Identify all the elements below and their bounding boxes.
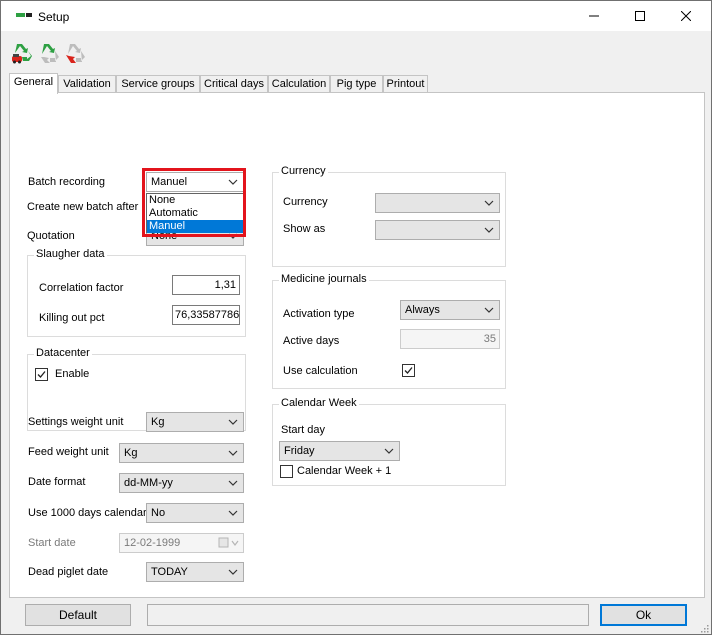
killing-out-pct-field[interactable]: 76,33587786: [172, 305, 240, 325]
tab-validation[interactable]: Validation: [58, 75, 116, 92]
tab-calculation[interactable]: Calculation: [268, 75, 330, 92]
active-days-label: Active days: [283, 335, 340, 347]
tab-critical-days[interactable]: Critical days: [200, 75, 268, 92]
dead-piglet-date-select[interactable]: TODAY: [146, 562, 244, 582]
close-icon: [680, 10, 692, 22]
activation-type-select[interactable]: Always: [400, 300, 500, 320]
title-bar: Setup: [1, 1, 711, 31]
currency-label: Currency: [283, 196, 328, 208]
settings-weight-unit-label: Settings weight unit: [28, 416, 124, 428]
currency-group: Currency Currency Show as: [272, 165, 506, 267]
calendar-week-title: Calendar Week: [279, 397, 359, 409]
batch-recording-label: Batch recording: [28, 176, 106, 188]
ok-button[interactable]: Ok: [600, 604, 687, 626]
create-new-batch-after-label: Create new batch after: [27, 201, 139, 213]
active-days-field[interactable]: 35: [400, 329, 500, 349]
feed-weight-unit-select[interactable]: Kg: [119, 443, 244, 463]
datacenter-title: Datacenter: [34, 347, 92, 359]
chevron-down-icon: [484, 227, 494, 233]
correlation-factor-field[interactable]: 1,31: [172, 275, 240, 295]
slaughter-data-group: Slaugher data Correlation factor 1,31 Ki…: [27, 248, 246, 337]
maximize-icon: [635, 11, 645, 21]
date-format-label: Date format: [28, 476, 86, 488]
dead-piglet-date-label: Dead piglet date: [28, 566, 109, 578]
minimize-button[interactable]: [571, 1, 617, 31]
chevron-down-icon: [228, 480, 238, 486]
close-button[interactable]: [663, 1, 709, 31]
currency-group-title: Currency: [279, 165, 328, 177]
footer-bar: Default Ok: [1, 599, 711, 634]
recycle-green-car-icon[interactable]: [11, 43, 33, 65]
window-title: Setup: [38, 10, 70, 24]
use-calculation-checkbox[interactable]: [402, 364, 415, 377]
show-as-select[interactable]: [375, 220, 500, 240]
general-tab-panel: Batch recording Manuel Create new batch …: [9, 92, 705, 598]
datacenter-enable-checkbox[interactable]: [35, 368, 48, 381]
resize-grip-icon[interactable]: [699, 623, 709, 633]
chevron-down-icon: [384, 448, 394, 454]
checkmark-icon: [37, 371, 46, 378]
killing-out-pct-label: Killing out pct: [39, 312, 105, 324]
tab-general[interactable]: General: [9, 73, 58, 94]
calendar-icon: [218, 537, 239, 548]
use-calculation-label: Use calculation: [283, 365, 358, 377]
chevron-down-icon: [228, 419, 238, 425]
calendar-week-plus-one-checkbox[interactable]: [280, 465, 293, 478]
recycle-green-icon[interactable]: [38, 43, 60, 65]
correlation-factor-label: Correlation factor: [39, 282, 124, 294]
chevron-down-icon: [228, 569, 238, 575]
chevron-down-icon: [228, 450, 238, 456]
use-1000-days-calendar-select[interactable]: No: [146, 503, 244, 523]
maximize-button[interactable]: [617, 1, 663, 31]
chevron-down-icon: [228, 510, 238, 516]
quotation-label: Quotation: [27, 230, 75, 242]
tab-printout[interactable]: Printout: [383, 75, 428, 92]
date-format-select[interactable]: dd-MM-yy: [119, 473, 244, 493]
use-1000-days-calendar-label: Use 1000 days calendar: [28, 507, 147, 519]
currency-select[interactable]: [375, 193, 500, 213]
medicine-journals-title: Medicine journals: [279, 273, 369, 285]
calendar-week-plus-one-label: Calendar Week + 1: [297, 465, 392, 477]
toolbar: [1, 31, 711, 73]
datacenter-enable-label: Enable: [55, 368, 90, 380]
default-button[interactable]: Default: [25, 604, 131, 626]
recycle-red-icon[interactable]: [64, 43, 86, 65]
feed-weight-unit-label: Feed weight unit: [28, 446, 109, 458]
checkmark-icon: [404, 367, 413, 374]
tab-pig-type[interactable]: Pig type: [330, 75, 383, 92]
slaughter-data-title: Slaugher data: [34, 248, 107, 260]
activation-type-label: Activation type: [283, 308, 355, 320]
start-day-select[interactable]: Friday: [279, 441, 400, 461]
start-date-label: Start date: [28, 537, 76, 549]
status-box: [147, 604, 589, 626]
medicine-journals-group: Medicine journals Activation type Always…: [272, 273, 506, 389]
show-as-label: Show as: [283, 223, 326, 235]
calendar-week-group: Calendar Week Start day Friday Calendar …: [272, 397, 506, 486]
start-day-label: Start day: [281, 424, 326, 436]
settings-weight-unit-select[interactable]: Kg: [146, 412, 244, 432]
app-logo-icon: [16, 13, 32, 17]
start-date-picker[interactable]: 12-02-1999: [119, 533, 244, 553]
chevron-down-icon: [484, 307, 494, 313]
minimize-icon: [589, 15, 599, 17]
chevron-down-icon: [484, 200, 494, 206]
highlight-box: [142, 168, 246, 237]
setup-window: Setup General Validation Service groups …: [0, 0, 712, 635]
tab-service-groups[interactable]: Service groups: [116, 75, 200, 92]
